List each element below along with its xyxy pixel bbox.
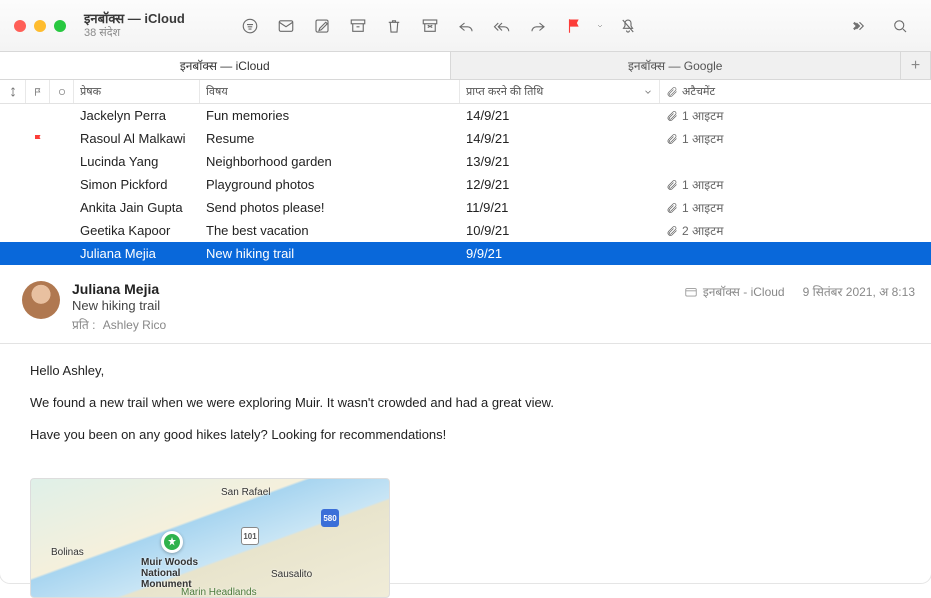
search-button[interactable] xyxy=(883,12,917,40)
row-date: 10/9/21 xyxy=(460,223,660,238)
row-subject: Resume xyxy=(200,131,460,146)
row-subject: New hiking trail xyxy=(200,246,460,261)
row-subject: Fun memories xyxy=(200,108,460,123)
row-date: 12/9/21 xyxy=(460,177,660,192)
preview-subject: New hiking trail xyxy=(72,298,672,313)
row-date: 9/9/21 xyxy=(460,246,660,261)
row-attachment: 1 आइटम xyxy=(660,130,931,147)
window-controls xyxy=(14,20,66,32)
row-attachment: 1 आइटम xyxy=(660,176,931,193)
route-580-icon: 580 xyxy=(321,509,339,527)
filter-button[interactable] xyxy=(233,12,267,40)
more-button[interactable] xyxy=(841,12,875,40)
read-column[interactable] xyxy=(50,80,74,103)
preview-to: प्रति : Ashley Rico xyxy=(72,316,672,333)
row-attachment: 1 आइटम xyxy=(660,199,931,216)
reply-all-button[interactable] xyxy=(485,12,519,40)
message-row[interactable]: Simon PickfordPlayground photos12/9/211 … xyxy=(0,173,931,196)
message-row[interactable]: Lucinda YangNeighborhood garden13/9/21 xyxy=(0,150,931,173)
row-sender: Juliana Mejia xyxy=(74,246,200,261)
map-pin-icon xyxy=(161,531,183,553)
archive-button[interactable] xyxy=(341,12,375,40)
route-101-icon: 101 xyxy=(241,527,259,545)
add-tab-button[interactable]: + xyxy=(901,52,931,79)
window-title-group: इनबॉक्स — iCloud 38 संदेश xyxy=(84,12,185,40)
sort-column[interactable] xyxy=(0,80,26,103)
preview-mailbox[interactable]: इनबॉक्स - iCloud xyxy=(684,283,785,300)
tab-google[interactable]: इनबॉक्स — Google xyxy=(451,52,902,79)
row-date: 13/9/21 xyxy=(460,154,660,169)
flag-menu-chevron[interactable] xyxy=(593,12,609,40)
row-sender: Ankita Jain Gupta xyxy=(74,200,200,215)
row-sender: Rasoul Al Malkawi xyxy=(74,131,200,146)
row-subject: The best vacation xyxy=(200,223,460,238)
message-body: Hello Ashley, We found a new trail when w… xyxy=(0,344,931,472)
body-paragraph: We found a new trail when we were explor… xyxy=(30,392,901,414)
row-sender: Geetika Kapoor xyxy=(74,223,200,238)
row-sender: Lucinda Yang xyxy=(74,154,200,169)
delete-button[interactable] xyxy=(377,12,411,40)
flag-column[interactable] xyxy=(26,80,50,103)
column-header-row: प्रेषक विषय प्राप्त करने की तिथि अटैचमें… xyxy=(0,80,931,104)
minimize-window-button[interactable] xyxy=(34,20,46,32)
sender-column[interactable]: प्रेषक xyxy=(74,80,200,103)
zoom-window-button[interactable] xyxy=(54,20,66,32)
close-window-button[interactable] xyxy=(14,20,26,32)
row-flag-cell xyxy=(26,133,50,145)
mailbox-tabbar: इनबॉक्स — iCloud इनबॉक्स — Google + xyxy=(0,52,931,80)
new-message-button[interactable] xyxy=(269,12,303,40)
row-attachment: 2 आइटम xyxy=(660,222,931,239)
reply-button[interactable] xyxy=(449,12,483,40)
message-row[interactable]: Geetika KapoorThe best vacation10/9/212 … xyxy=(0,219,931,242)
map-attachment[interactable]: San Rafael Bolinas Muir Woods National M… xyxy=(30,478,390,598)
toolbar xyxy=(233,12,645,40)
message-row[interactable]: Juliana MejiaNew hiking trail9/9/21 xyxy=(0,242,931,265)
row-date: 14/9/21 xyxy=(460,131,660,146)
tab-icloud[interactable]: इनबॉक्स — iCloud xyxy=(0,52,451,79)
row-subject: Neighborhood garden xyxy=(200,154,460,169)
subject-column[interactable]: विषय xyxy=(200,80,460,103)
forward-button[interactable] xyxy=(521,12,555,40)
row-date: 11/9/21 xyxy=(460,200,660,215)
row-subject: Send photos please! xyxy=(200,200,460,215)
message-row[interactable]: Ankita Jain GuptaSend photos please!11/9… xyxy=(0,196,931,219)
window-title: इनबॉक्स — iCloud xyxy=(84,12,185,27)
body-paragraph: Have you been on any good hikes lately? … xyxy=(30,424,901,446)
row-subject: Playground photos xyxy=(200,177,460,192)
preview-datetime: 9 सितंबर 2021, अ 8:13 xyxy=(803,283,915,300)
message-row[interactable]: Jackelyn PerraFun memories14/9/211 आइटम xyxy=(0,104,931,127)
sender-avatar xyxy=(22,281,60,319)
titlebar: इनबॉक्स — iCloud 38 संदेश xyxy=(0,0,931,52)
attachment-column[interactable]: अटैचमेंट xyxy=(660,80,931,103)
mute-button[interactable] xyxy=(611,12,645,40)
window-subtitle: 38 संदेश xyxy=(84,27,185,40)
row-sender: Jackelyn Perra xyxy=(74,108,200,123)
message-list: Jackelyn PerraFun memories14/9/211 आइटमR… xyxy=(0,104,931,265)
row-date: 14/9/21 xyxy=(460,108,660,123)
row-attachment: 1 आइटम xyxy=(660,107,931,124)
preview-from: Juliana Mejia xyxy=(72,281,672,297)
date-column[interactable]: प्राप्त करने की तिथि xyxy=(460,80,660,103)
message-row[interactable]: Rasoul Al MalkawiResume14/9/211 आइटम xyxy=(0,127,931,150)
mailbox-icon xyxy=(684,285,698,299)
body-paragraph: Hello Ashley, xyxy=(30,360,901,382)
flag-button[interactable] xyxy=(557,12,591,40)
junk-button[interactable] xyxy=(413,12,447,40)
compose-button[interactable] xyxy=(305,12,339,40)
message-header: Juliana Mejia New hiking trail प्रति : A… xyxy=(0,269,931,344)
row-sender: Simon Pickford xyxy=(74,177,200,192)
